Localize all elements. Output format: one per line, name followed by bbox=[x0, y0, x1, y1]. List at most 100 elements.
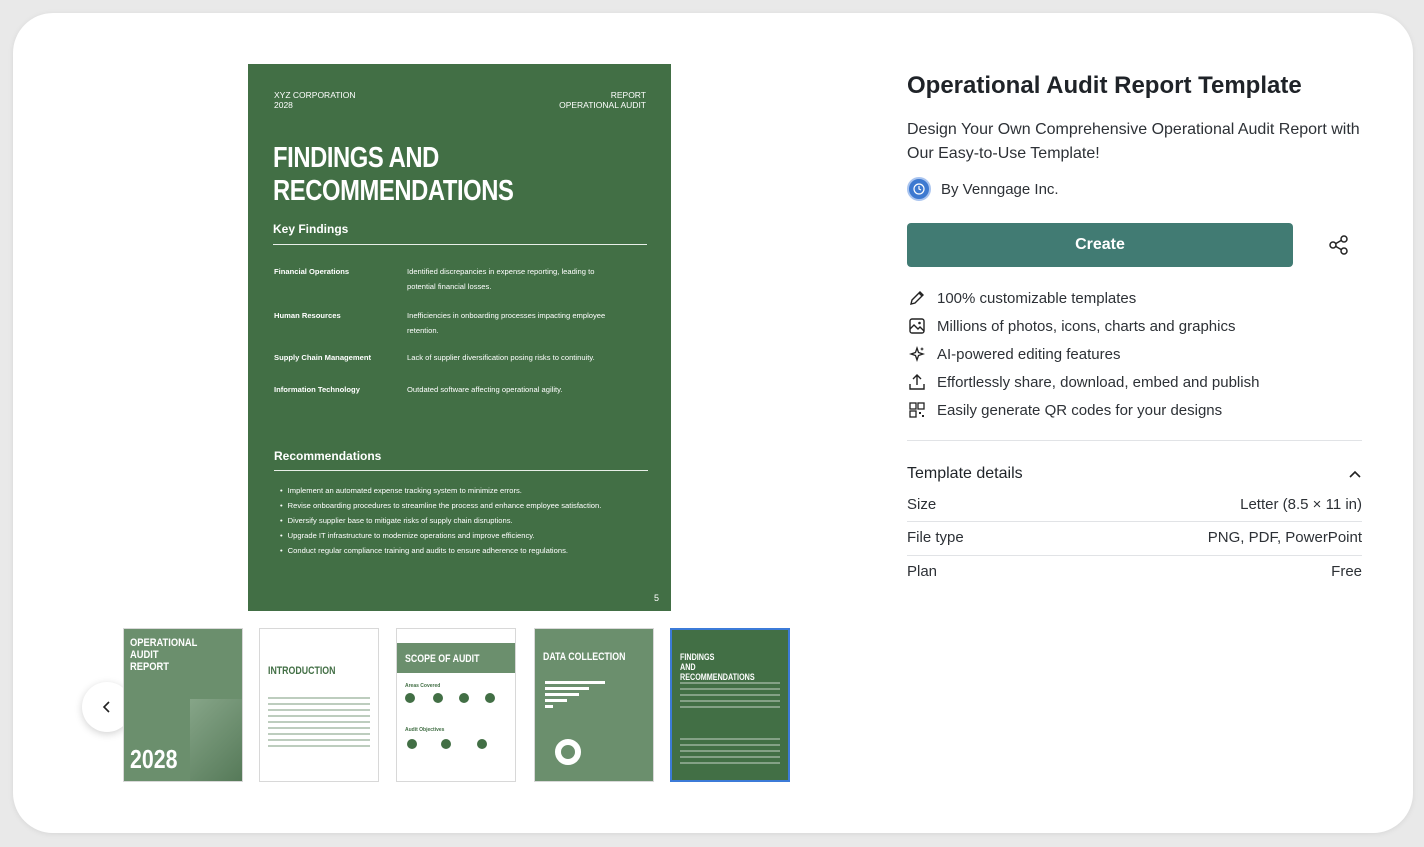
list-item: Upgrade IT infrastructure to modernize o… bbox=[280, 528, 640, 543]
thumbnail-page-5[interactable]: FINDINGS AND RECOMMENDATIONS bbox=[670, 628, 790, 782]
recommendations-rule bbox=[274, 470, 648, 471]
list-item: AI-powered editing features bbox=[907, 340, 1259, 368]
thumbnail-bar bbox=[545, 699, 567, 702]
thumbnail-dot bbox=[485, 693, 495, 703]
finding-text: Outdated software affecting operational … bbox=[407, 385, 563, 394]
detail-label: File type bbox=[907, 529, 964, 546]
thumbnail-bar bbox=[545, 693, 579, 696]
thumbnail-page-4[interactable]: DATA COLLECTION bbox=[534, 628, 654, 782]
feature-label: Easily generate QR codes for your design… bbox=[937, 401, 1223, 419]
list-item: 100% customizable templates bbox=[907, 284, 1259, 312]
recommendations-heading: Recommendations bbox=[274, 449, 382, 463]
divider bbox=[907, 521, 1362, 522]
thumbnail-year: 2028 bbox=[130, 744, 178, 774]
list-item: Effortlessly share, download, embed and … bbox=[907, 368, 1259, 396]
finding-area: Supply Chain Management bbox=[274, 353, 372, 362]
thumbnail-page-1[interactable]: OPERATIONAL AUDIT REPORT 2028 bbox=[123, 628, 243, 782]
thumbnail-donut bbox=[555, 739, 581, 765]
template-details-heading: Template details bbox=[907, 465, 1023, 482]
thumbnail-text-lines bbox=[680, 738, 780, 768]
thumbnail-subheading: Areas Covered bbox=[405, 683, 441, 689]
finding-area: Information Technology bbox=[274, 385, 360, 394]
thumbnail-bar bbox=[545, 705, 553, 708]
preview-title-line1: FINDINGS AND bbox=[273, 142, 439, 174]
list-item: Easily generate QR codes for your design… bbox=[907, 396, 1259, 424]
sparkle-icon bbox=[907, 344, 927, 364]
share-icon bbox=[1329, 235, 1348, 255]
list-item: Millions of photos, icons, charts and gr… bbox=[907, 312, 1259, 340]
qr-code-icon bbox=[907, 400, 927, 420]
divider bbox=[907, 555, 1362, 556]
thumbnail-dot bbox=[459, 693, 469, 703]
list-item: Implement an automated expense tracking … bbox=[280, 483, 640, 498]
key-findings-rule bbox=[273, 244, 647, 245]
detail-label: Size bbox=[907, 496, 937, 513]
thumbnail-title: OPERATIONAL AUDIT REPORT bbox=[130, 637, 198, 673]
chevron-up-icon bbox=[1349, 470, 1361, 478]
thumbnail-page-2[interactable]: INTRODUCTION bbox=[259, 628, 379, 782]
template-subtitle: Design Your Own Comprehensive Operationa… bbox=[907, 121, 1360, 162]
detail-row-size: Size Letter (8.5 × 11 in) bbox=[907, 496, 1362, 513]
thumbnail-text-lines bbox=[268, 697, 370, 751]
feature-label: 100% customizable templates bbox=[937, 289, 1137, 307]
preview-year: 2028 bbox=[274, 100, 293, 110]
preview-report-sub: OPERATIONAL AUDIT bbox=[559, 100, 646, 110]
thumbnail-bar bbox=[545, 687, 589, 690]
thumbnail-title: DATA COLLECTION bbox=[543, 651, 626, 663]
preview-report-label: REPORT bbox=[610, 90, 646, 100]
list-item: Diversify supplier base to mitigate risk… bbox=[280, 513, 640, 528]
finding-area: Financial Operations bbox=[274, 267, 350, 276]
preview-report-block: REPORT OPERATIONAL AUDIT bbox=[559, 90, 646, 110]
feature-label: AI-powered editing features bbox=[937, 345, 1121, 363]
key-findings-heading: Key Findings bbox=[273, 222, 349, 236]
finding-text: Identified discrepancies in expense repo… bbox=[407, 267, 595, 291]
thumbnail-dot bbox=[405, 693, 415, 703]
thumbnail-page-3[interactable]: SCOPE OF AUDIT Areas Covered Audit Objec… bbox=[396, 628, 516, 782]
author-name: By Venngage Inc. bbox=[941, 180, 1059, 198]
pencil-icon bbox=[907, 288, 927, 308]
list-item: Conduct regular compliance training and … bbox=[280, 543, 640, 558]
avatar bbox=[907, 177, 931, 201]
preview-page-number: 5 bbox=[653, 593, 659, 603]
thumbnail-text-lines bbox=[680, 682, 780, 712]
building-image bbox=[190, 699, 242, 781]
feature-list: 100% customizable templates Millions of … bbox=[907, 284, 1259, 424]
thumbnail-dot bbox=[407, 739, 417, 749]
recommendations-list: Implement an automated expense tracking … bbox=[280, 483, 640, 558]
template-title: Operational Audit Report Template bbox=[907, 72, 1302, 99]
create-button[interactable]: Create bbox=[907, 223, 1293, 267]
divider bbox=[907, 440, 1362, 441]
list-item: Revise onboarding procedures to streamli… bbox=[280, 498, 640, 513]
thumbnail-subheading: Audit Objectives bbox=[405, 727, 445, 733]
detail-value: Free bbox=[1331, 563, 1362, 580]
detail-value: Letter (8.5 × 11 in) bbox=[1240, 496, 1362, 513]
thumbnail-dot bbox=[433, 693, 443, 703]
preview-title: FINDINGS AND RECOMMENDATIONS bbox=[273, 142, 544, 208]
clock-icon bbox=[913, 183, 925, 195]
template-details-toggle[interactable]: Template details bbox=[907, 462, 1362, 486]
detail-row-plan: Plan Free bbox=[907, 563, 1362, 580]
finding-text: Lack of supplier diversification posing … bbox=[407, 353, 595, 362]
thumbnail-title: SCOPE OF AUDIT bbox=[405, 653, 480, 665]
template-preview-page: XYZ CORPORATION 2028 REPORT OPERATIONAL … bbox=[248, 64, 671, 611]
feature-label: Effortlessly share, download, embed and … bbox=[937, 373, 1260, 391]
preview-title-line2: RECOMMENDATIONS bbox=[273, 175, 514, 207]
finding-text: Inefficiencies in onboarding processes i… bbox=[407, 311, 606, 335]
finding-area: Human Resources bbox=[274, 311, 341, 320]
author[interactable]: By Venngage Inc. bbox=[907, 177, 1059, 201]
thumbnail-title: INTRODUCTION bbox=[268, 665, 336, 677]
thumbnail-dot bbox=[441, 739, 451, 749]
thumbnail-title: FINDINGS AND RECOMMENDATIONS bbox=[680, 652, 755, 682]
chevron-left-icon bbox=[102, 701, 110, 713]
feature-label: Millions of photos, icons, charts and gr… bbox=[937, 317, 1236, 335]
upload-icon bbox=[907, 372, 927, 392]
detail-label: Plan bbox=[907, 563, 938, 580]
thumbnail-bar bbox=[545, 681, 605, 684]
share-button[interactable] bbox=[1324, 230, 1354, 260]
image-icon bbox=[907, 316, 927, 336]
preview-corp-name: XYZ CORPORATION bbox=[274, 90, 356, 100]
preview-corp-block: XYZ CORPORATION 2028 bbox=[274, 90, 356, 110]
thumbnail-dot bbox=[477, 739, 487, 749]
detail-value: PNG, PDF, PowerPoint bbox=[1207, 529, 1362, 546]
detail-row-file-type: File type PNG, PDF, PowerPoint bbox=[907, 529, 1362, 546]
